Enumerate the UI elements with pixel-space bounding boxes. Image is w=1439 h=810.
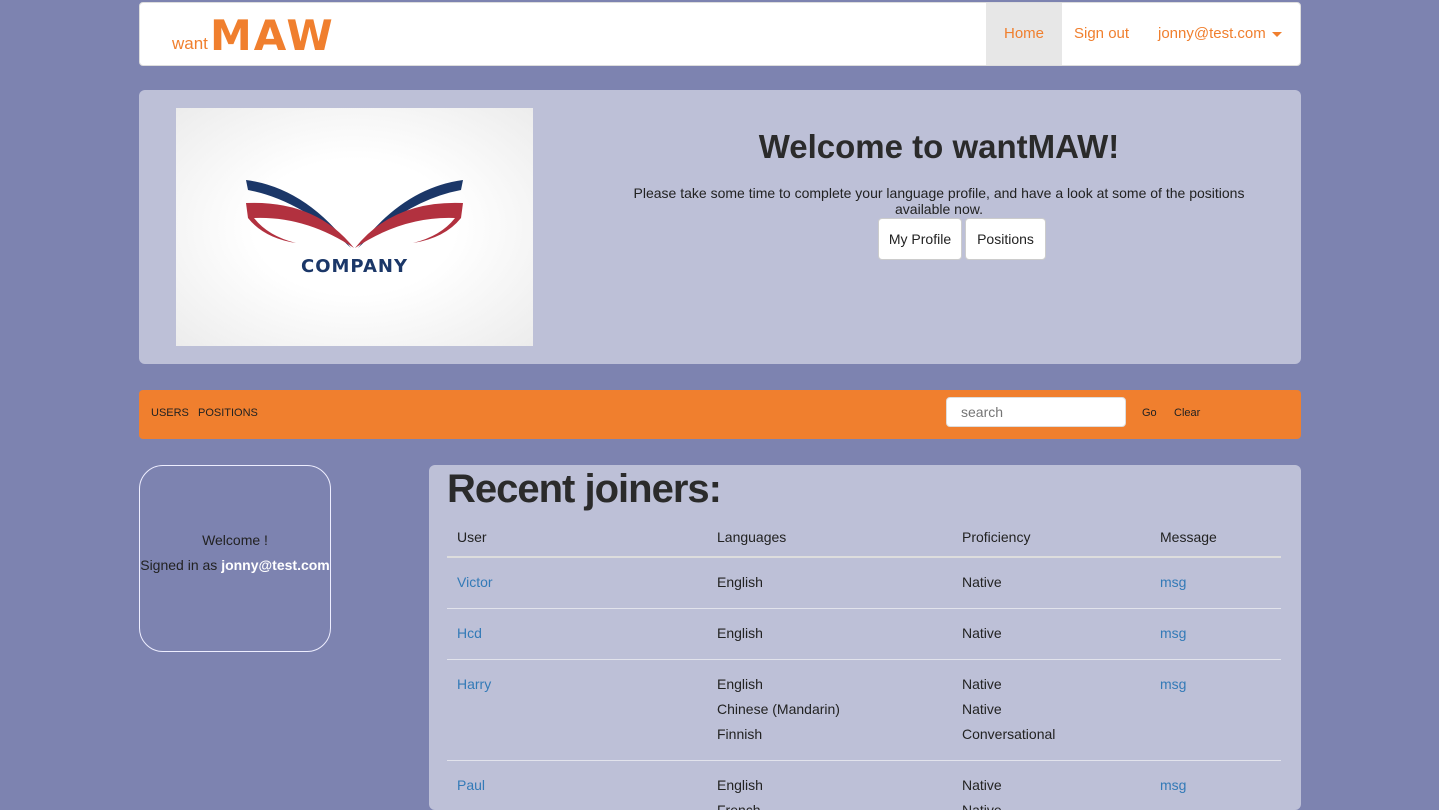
user-link[interactable]: Paul [447, 761, 707, 810]
top-navbar: want MAW Home Sign out jonny@test.com [139, 2, 1301, 66]
hero-jumbotron: COMPANY Welcome to wantMAW! Please take … [139, 90, 1301, 364]
msg-link[interactable]: msg [1150, 609, 1281, 660]
proficiency-item: Native [962, 621, 1140, 646]
recent-joiners-table: User Languages Proficiency Message Victo… [447, 525, 1281, 810]
table-row: Harry English Chinese (Mandarin) Finnish… [447, 660, 1281, 761]
signed-in-prefix: Signed in as [140, 557, 217, 573]
hero-title: Welcome to wantMAW! [609, 128, 1269, 166]
company-logo-text: COMPANY [176, 256, 533, 277]
language-item: French [717, 798, 942, 810]
welcome-panel: Welcome ! Signed in as jonny@test.com [139, 465, 331, 652]
language-item: English [717, 621, 942, 646]
nav-user-label: jonny@test.com [1158, 25, 1266, 42]
subnav-users-link[interactable]: USERS [151, 407, 189, 419]
company-logo-image: COMPANY [176, 108, 533, 346]
brand-maw: MAW [210, 11, 335, 60]
user-link[interactable]: Harry [447, 660, 707, 761]
nav-signout-link[interactable]: Sign out [1056, 3, 1147, 65]
recent-joiners-title: Recent joiners: [447, 467, 721, 512]
positions-button[interactable]: Positions [965, 218, 1046, 260]
languages-cell: English [707, 609, 952, 660]
language-item: English [717, 570, 942, 595]
header-languages: Languages [707, 525, 952, 557]
language-item: Chinese (Mandarin) [717, 697, 942, 722]
table-row: Victor English Native msg [447, 557, 1281, 609]
table-header-row: User Languages Proficiency Message [447, 525, 1281, 557]
proficiency-item: Native [962, 697, 1140, 722]
language-item: Finnish [717, 722, 942, 747]
user-link[interactable]: Hcd [447, 609, 707, 660]
signed-in-text: Signed in as jonny@test.com [140, 557, 330, 573]
my-profile-button[interactable]: My Profile [878, 218, 962, 260]
languages-cell: English Chinese (Mandarin) Finnish [707, 660, 952, 761]
proficiency-cell: Native [952, 557, 1150, 609]
secondary-navbar: USERS POSITIONS Go Clear [139, 390, 1301, 439]
recent-joiners-panel: Recent joiners: User Languages Proficien… [429, 465, 1301, 810]
wings-icon [176, 108, 533, 346]
proficiency-cell: Native [952, 609, 1150, 660]
user-link[interactable]: Victor [447, 557, 707, 609]
nav-home-link[interactable]: Home [986, 3, 1062, 65]
msg-link[interactable]: msg [1150, 557, 1281, 609]
msg-link[interactable]: msg [1150, 660, 1281, 761]
table-row: Paul English French Native Native msg [447, 761, 1281, 810]
proficiency-item: Native [962, 570, 1140, 595]
proficiency-cell: Native Native Conversational [952, 660, 1150, 761]
search-clear-button[interactable]: Clear [1174, 407, 1200, 419]
nav-user-dropdown[interactable]: jonny@test.com [1140, 3, 1300, 65]
hero-subtitle: Please take some time to complete your l… [609, 185, 1269, 217]
header-proficiency: Proficiency [952, 525, 1150, 557]
search-go-button[interactable]: Go [1142, 407, 1157, 419]
signed-in-email: jonny@test.com [221, 557, 330, 573]
msg-link[interactable]: msg [1150, 761, 1281, 810]
languages-cell: English [707, 557, 952, 609]
proficiency-item: Conversational [962, 722, 1140, 747]
proficiency-item: Native [962, 798, 1140, 810]
header-user: User [447, 525, 707, 557]
proficiency-cell: Native Native [952, 761, 1150, 810]
subnav-positions-link[interactable]: POSITIONS [198, 407, 258, 419]
languages-cell: English French [707, 761, 952, 810]
header-message: Message [1150, 525, 1281, 557]
search-input[interactable] [946, 397, 1126, 427]
table-row: Hcd English Native msg [447, 609, 1281, 660]
brand-want: want [172, 34, 208, 54]
language-item: English [717, 773, 942, 798]
proficiency-item: Native [962, 773, 1140, 798]
caret-down-icon [1272, 32, 1282, 37]
welcome-text: Welcome ! [140, 532, 330, 548]
language-item: English [717, 672, 942, 697]
proficiency-item: Native [962, 672, 1140, 697]
